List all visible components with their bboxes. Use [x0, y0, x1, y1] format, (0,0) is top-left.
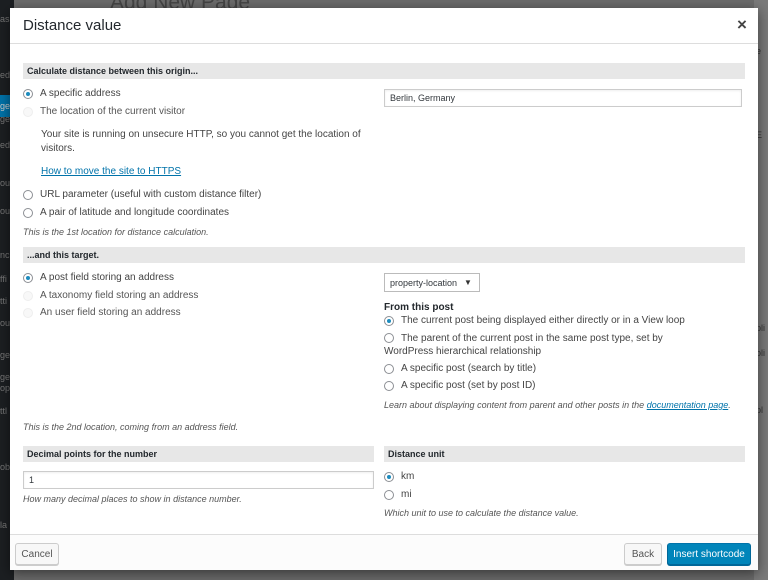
from-post-heading: From this post	[384, 302, 454, 313]
radio-icon	[23, 272, 33, 283]
learn-more-prefix: Learn about displaying content from pare…	[384, 400, 645, 410]
unit-option-km[interactable]: km	[384, 471, 414, 482]
target-section-heading: ...and this target.	[23, 247, 745, 263]
address-input[interactable]: Berlin, Germany	[384, 89, 742, 107]
radio-icon	[384, 380, 394, 391]
unit-option-label: mi	[401, 489, 412, 500]
radio-icon	[384, 333, 394, 343]
target-option-label: A post field storing an address	[40, 272, 174, 283]
from-option-label: A specific post (search by title)	[401, 363, 537, 374]
unit-option-mi[interactable]: mi	[384, 489, 412, 500]
from-option-parent-post[interactable]: The parent of the current post in the sa…	[384, 332, 714, 358]
radio-icon	[23, 290, 33, 301]
origin-option-visitor[interactable]: The location of the current visitor	[23, 106, 185, 117]
from-option-specific-id[interactable]: A specific post (set by post ID)	[384, 380, 536, 391]
target-option-post-field[interactable]: A post field storing an address	[23, 272, 174, 283]
from-option-label: The current post being displayed either …	[401, 315, 685, 326]
unit-description: Which unit to use to calculate the dista…	[384, 508, 579, 518]
from-option-specific-title[interactable]: A specific post (search by title)	[384, 363, 536, 374]
insert-shortcode-button[interactable]: Insert shortcode	[667, 543, 751, 565]
chevron-down-icon: ▼	[464, 278, 472, 287]
documentation-link[interactable]: documentation page	[647, 400, 729, 410]
from-option-label: A specific post (set by post ID)	[401, 380, 536, 391]
origin-option-label: The location of the current visitor	[40, 106, 186, 117]
from-option-current-post[interactable]: The current post being displayed either …	[384, 315, 685, 326]
distance-value-dialog: Distance value × Calculate distance betw…	[10, 8, 758, 570]
radio-icon	[23, 207, 33, 218]
cancel-button[interactable]: Cancel	[15, 543, 59, 565]
origin-option-label: A specific address	[40, 88, 121, 99]
close-icon[interactable]: ×	[734, 16, 750, 34]
origin-option-latlng[interactable]: A pair of latitude and longitude coordin…	[23, 207, 229, 218]
target-option-label: A taxonomy field storing an address	[40, 290, 199, 301]
field-select[interactable]: property-location ▼	[384, 273, 480, 292]
origin-option-label: A pair of latitude and longitude coordin…	[40, 207, 230, 218]
target-option-label: An user field storing an address	[40, 307, 181, 318]
radio-icon	[23, 189, 33, 200]
unit-option-label: km	[401, 471, 415, 482]
target-option-user-field[interactable]: An user field storing an address	[23, 307, 181, 318]
unit-section-heading: Distance unit	[384, 446, 745, 462]
origin-description: This is the 1st location for distance ca…	[23, 227, 209, 237]
from-option-label: The parent of the current post in the sa…	[384, 333, 663, 357]
radio-icon	[23, 307, 33, 318]
radio-icon	[384, 315, 394, 326]
decimal-section-heading: Decimal points for the number	[23, 446, 374, 462]
learn-more-suffix: .	[728, 400, 731, 410]
radio-icon	[23, 106, 33, 117]
learn-more-text: Learn about displaying content from pare…	[384, 400, 731, 410]
target-description: This is the 2nd location, coming from an…	[23, 422, 239, 432]
https-help-link[interactable]: How to move the site to HTTPS	[41, 166, 181, 177]
target-option-taxonomy-field[interactable]: A taxonomy field storing an address	[23, 290, 198, 301]
radio-icon	[384, 489, 394, 500]
radio-icon	[384, 471, 394, 482]
decimal-points-input[interactable]: 1	[23, 471, 374, 489]
origin-option-label: URL parameter (useful with custom distan…	[40, 189, 262, 200]
origin-option-url-param[interactable]: URL parameter (useful with custom distan…	[23, 189, 261, 200]
https-warning: Your site is running on unsecure HTTP, s…	[41, 129, 361, 154]
radio-icon	[23, 88, 33, 99]
radio-icon	[384, 363, 394, 374]
back-button[interactable]: Back	[624, 543, 662, 565]
field-select-value: property-location	[390, 277, 458, 288]
dialog-header: Distance value ×	[10, 8, 758, 44]
dialog-title: Distance value	[23, 17, 122, 34]
origin-section-heading: Calculate distance between this origin..…	[23, 63, 745, 79]
dialog-footer: Cancel Back Insert shortcode	[10, 534, 758, 570]
decimal-description: How many decimal places to show in dista…	[23, 494, 242, 504]
origin-option-address[interactable]: A specific address	[23, 88, 121, 99]
